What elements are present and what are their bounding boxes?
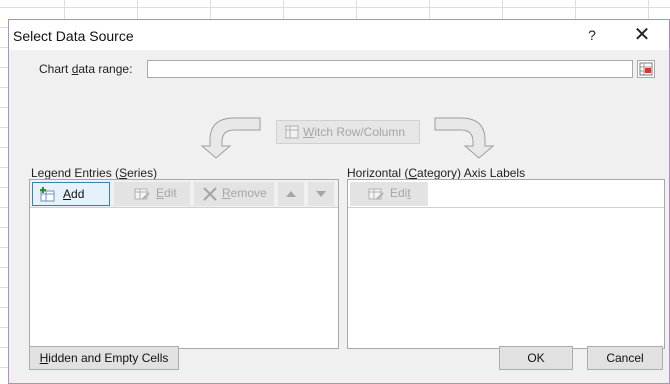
ok-button[interactable]: OK: [499, 346, 573, 370]
chart-data-range-input[interactable]: [147, 60, 633, 78]
close-button[interactable]: ✕: [629, 24, 655, 46]
legend-entries-panel: Add Edit Remove: [29, 179, 339, 349]
axis-edit-label: Edit: [390, 186, 411, 200]
axis-labels-title: Horizontal (Category) Axis Labels: [347, 166, 526, 180]
legend-entries-title: Legend Entries (Series): [31, 166, 158, 180]
dialog-titlebar: Select Data Source ? ✕: [9, 20, 669, 50]
axis-labels-panel: Edit: [347, 179, 665, 349]
add-label: Add: [63, 187, 85, 201]
legend-toolbar: Add Edit Remove: [30, 180, 338, 208]
move-down-button[interactable]: [308, 182, 334, 206]
dialog-title: Select Data Source: [13, 28, 134, 44]
chart-data-range-label: Chart data range:: [39, 62, 133, 76]
left-curved-arrow-icon: [200, 117, 261, 159]
axis-labels-list[interactable]: [348, 208, 664, 348]
range-select-icon: [639, 62, 653, 76]
add-table-icon: [40, 187, 55, 202]
edit-table-icon: [134, 188, 150, 200]
remove-series-button[interactable]: Remove: [194, 182, 274, 206]
edit-label: Edit: [156, 186, 177, 200]
axis-toolbar: Edit: [348, 180, 664, 208]
edit-table-icon: [368, 188, 384, 200]
right-curved-arrow-icon: [434, 117, 495, 159]
switch-grid-icon: [285, 125, 299, 139]
switch-label: Witch Row/Column: [303, 125, 406, 139]
select-data-source-dialog: Select Data Source ? ✕ Chart data range:…: [8, 19, 670, 384]
remove-label: Remove: [222, 186, 267, 200]
remove-x-icon: [203, 187, 217, 201]
edit-series-button[interactable]: Edit: [114, 182, 190, 206]
series-list[interactable]: [30, 208, 338, 348]
switch-row-column-button[interactable]: Witch Row/Column: [276, 120, 420, 144]
hidden-empty-cells-button[interactable]: Hidden and Empty Cells: [29, 346, 179, 370]
cancel-button[interactable]: Cancel: [587, 346, 663, 370]
help-button[interactable]: ?: [581, 24, 603, 46]
triangle-down-icon: [316, 191, 326, 197]
add-series-button[interactable]: Add: [32, 182, 110, 206]
edit-axis-labels-button[interactable]: Edit: [350, 182, 428, 206]
move-up-button[interactable]: [278, 182, 304, 206]
triangle-up-icon: [286, 191, 296, 197]
range-picker-button[interactable]: [637, 60, 655, 78]
